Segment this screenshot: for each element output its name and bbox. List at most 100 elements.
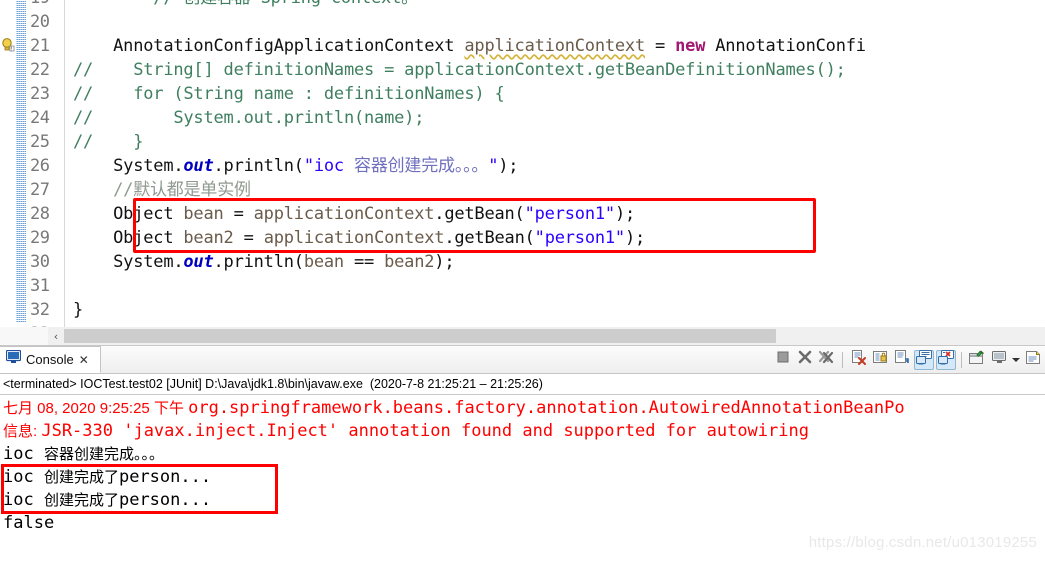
line-number: 24: [26, 108, 64, 128]
code-token: System.out.println(name);: [93, 108, 425, 128]
new-console-icon: [991, 350, 1007, 370]
stop-square-icon: [776, 350, 790, 369]
change-bar-column: [16, 226, 26, 250]
code-line[interactable]: 31: [0, 274, 1045, 298]
console-text-segment: 创建完成了: [43, 469, 119, 486]
console-output-line: ioc 创建完成了person...: [3, 466, 1045, 489]
code-token: .getBean(: [434, 204, 525, 224]
code-line[interactable]: ! 21 AnnotationConfigApplicationContext a…: [0, 34, 1045, 58]
remove-all-terminated-button[interactable]: [817, 350, 837, 370]
scroll-left-arrow-icon[interactable]: ‹: [48, 327, 64, 345]
show-console-on-stderr-button[interactable]: [936, 349, 956, 370]
line-number: 27: [26, 180, 64, 200]
console-output-line: 七月 08, 2020 9:25:25 下午 org.springframewo…: [3, 397, 1045, 420]
display-console-dropdown[interactable]: [1011, 350, 1021, 370]
code-token: //默认都是单实例: [73, 180, 251, 200]
code-token: 容器创建完成。。。: [354, 156, 489, 176]
code-line[interactable]: 24// System.out.println(name);: [0, 106, 1045, 130]
warning-lightbulb-icon: !: [2, 38, 15, 53]
code-token: );: [624, 228, 646, 248]
code-line-text: System.out.println(bean == bean2);: [65, 250, 1045, 274]
open-console-button[interactable]: [1023, 350, 1043, 370]
console-text-segment: 创建完成了: [43, 492, 119, 509]
terminate-button[interactable]: [773, 350, 793, 370]
line-marker-column[interactable]: [0, 82, 16, 106]
code-line[interactable]: 23// for (String name : definitionNames)…: [0, 82, 1045, 106]
code-token: //: [73, 108, 94, 128]
scroll-lock-button[interactable]: [870, 350, 890, 370]
code-line[interactable]: 28 Object bean = applicationContext.getB…: [0, 202, 1045, 226]
editor-gutter-bottom: [0, 327, 49, 345]
code-line-text: // }: [65, 130, 1045, 154]
line-number: 19: [26, 0, 64, 8]
line-marker-column[interactable]: [0, 58, 16, 82]
code-token: applicationContext: [263, 228, 445, 248]
gutter-separator: [64, 10, 65, 34]
change-bar-column: [16, 178, 26, 202]
code-token: }: [73, 300, 84, 320]
line-marker-column[interactable]: [0, 298, 16, 322]
line-marker-column[interactable]: [0, 274, 16, 298]
editor-horizontal-scrollbar[interactable]: ‹: [48, 327, 1045, 345]
remove-all-xx-icon: [818, 350, 835, 369]
code-token: .println(: [213, 252, 305, 272]
code-line[interactable]: 20: [0, 10, 1045, 34]
code-line-text: // String[] definitionNames = applicatio…: [65, 58, 1045, 82]
line-marker-column[interactable]: [0, 178, 16, 202]
console-output-line: false: [3, 512, 1045, 535]
line-number: 22: [26, 60, 64, 80]
line-marker-column[interactable]: [0, 226, 16, 250]
line-marker-column[interactable]: !: [0, 34, 16, 58]
line-number: 30: [26, 252, 64, 272]
word-wrap-button[interactable]: [892, 349, 912, 370]
line-marker-column[interactable]: [0, 106, 16, 130]
code-line-text: // 创建容器 Spring context。: [65, 0, 1045, 10]
tab-console[interactable]: Console ✕: [0, 346, 101, 373]
code-token: out: [183, 156, 214, 176]
code-line[interactable]: 22// String[] definitionNames = applicat…: [0, 58, 1045, 82]
code-line[interactable]: 25// }: [0, 130, 1045, 154]
code-line-text: //默认都是单实例: [65, 178, 1045, 202]
code-token: //: [73, 84, 94, 104]
code-line[interactable]: 30 System.out.println(bean == bean2);: [0, 250, 1045, 274]
code-line[interactable]: 19 // 创建容器 Spring context。: [0, 0, 1045, 10]
close-icon[interactable]: ✕: [79, 354, 89, 366]
code-token: System.: [73, 252, 184, 272]
line-marker-column[interactable]: [0, 0, 16, 10]
show-console-on-stdout-button[interactable]: [914, 349, 934, 370]
code-line-text: System.out.println("ioc 容器创建完成。。。");: [65, 154, 1045, 178]
line-number: 20: [26, 12, 64, 32]
console-text-segment: 容器创建完成。。。: [43, 446, 164, 463]
new-console-view-button[interactable]: [989, 350, 1009, 370]
code-token: System.: [73, 156, 184, 176]
line-number: 31: [26, 276, 64, 296]
line-marker-column[interactable]: [0, 130, 16, 154]
code-token: applicationContext: [464, 36, 646, 56]
clear-console-button[interactable]: [848, 349, 868, 370]
change-bar-column: [16, 298, 26, 322]
code-line[interactable]: 27 //默认都是单实例: [0, 178, 1045, 202]
remove-launch-button[interactable]: [795, 350, 815, 370]
line-marker-column[interactable]: [0, 250, 16, 274]
code-line[interactable]: 32}: [0, 298, 1045, 322]
line-marker-column[interactable]: [0, 10, 16, 34]
console-text-segment: 信息:: [3, 423, 42, 440]
console-output-line: ioc 创建完成了person...: [3, 489, 1045, 512]
scrollbar-thumb[interactable]: [64, 329, 776, 343]
line-marker-column[interactable]: [0, 202, 16, 226]
tab-console-label: Console: [26, 352, 74, 367]
code-line[interactable]: 29 Object bean2 = applicationContext.get…: [0, 226, 1045, 250]
change-bar-column: [16, 202, 26, 226]
code-token: AnnotationConfi: [705, 36, 866, 56]
code-token: Object: [73, 204, 184, 224]
line-marker-column[interactable]: [0, 154, 16, 178]
line-number: 29: [26, 228, 64, 248]
code-token: );: [434, 252, 455, 272]
line-number: 23: [26, 84, 64, 104]
code-editor[interactable]: 19 // 创建容器 Spring context。 20! 21 Annotati…: [0, 0, 1045, 346]
code-lines-container: 19 // 创建容器 Spring context。 20! 21 Annotati…: [0, 0, 1045, 345]
code-line[interactable]: 26 System.out.println("ioc 容器创建完成。。。");: [0, 154, 1045, 178]
code-line-text: // System.out.println(name);: [65, 106, 1045, 130]
code-token: out: [183, 252, 214, 272]
pin-console-button[interactable]: [967, 349, 987, 370]
